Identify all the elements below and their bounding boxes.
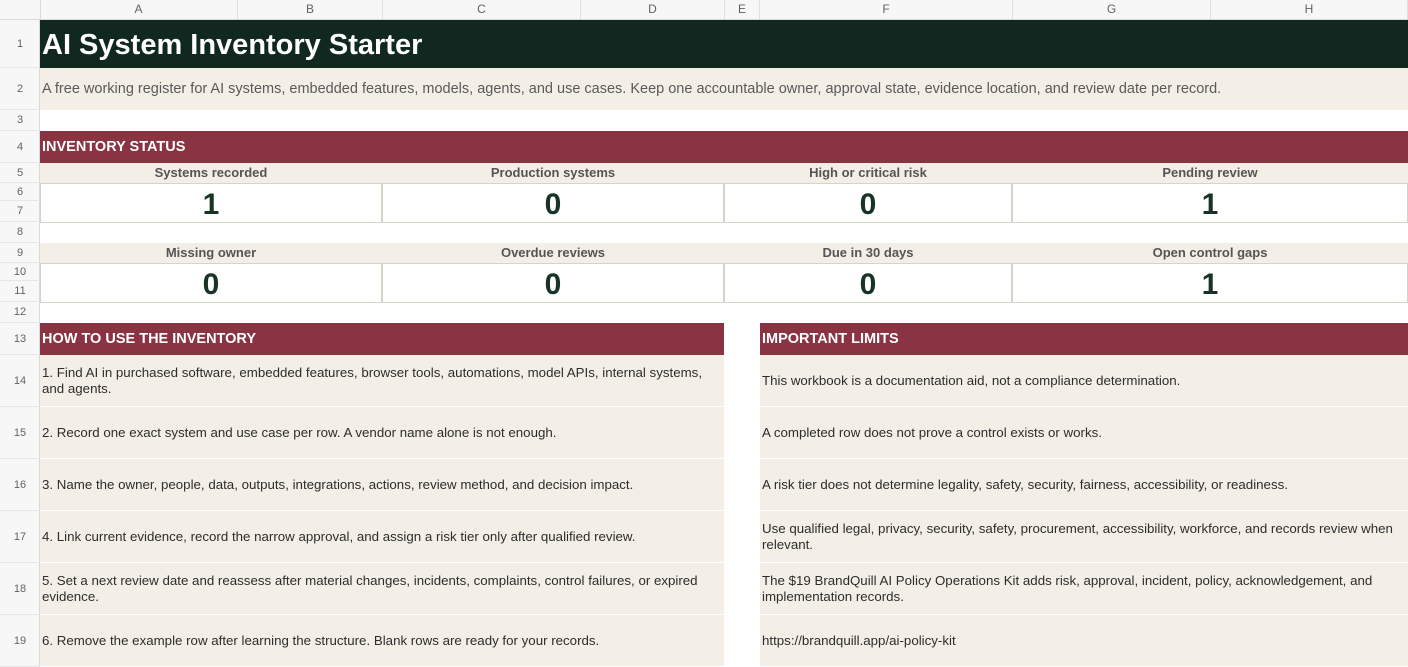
row-header[interactable]: 18 [0, 563, 40, 615]
row-header[interactable]: 15 [0, 407, 40, 459]
limits-heading: IMPORTANT LIMITS [762, 331, 899, 347]
metric-label-pending-review[interactable]: Pending review [1012, 163, 1408, 183]
column-header-bar: A B C D E F G H [0, 0, 1408, 20]
row-header[interactable]: 12 [0, 302, 40, 323]
page-title[interactable]: AI System Inventory Starter [42, 20, 422, 68]
limits-item[interactable]: A completed row does not prove a control… [760, 407, 1408, 459]
column-header-e[interactable]: E [725, 0, 760, 19]
metric-value-production-systems[interactable]: 0 [382, 183, 724, 223]
row-header[interactable]: 4 [0, 131, 40, 163]
row-header[interactable]: 19 [0, 615, 40, 667]
row-header[interactable]: 2 [0, 68, 40, 110]
howto-item[interactable]: 5. Set a next review date and reassess a… [40, 563, 724, 615]
row-header[interactable]: 8 [0, 222, 40, 243]
howto-item[interactable]: 1. Find AI in purchased software, embedd… [40, 355, 724, 407]
column-header-c[interactable]: C [383, 0, 581, 19]
select-all-corner[interactable] [0, 0, 41, 19]
row-header[interactable]: 11 [0, 281, 40, 302]
row-header[interactable]: 16 [0, 459, 40, 511]
howto-item-text: 3. Name the owner, people, data, outputs… [42, 476, 634, 492]
howto-item-text: 6. Remove the example row after learning… [42, 632, 600, 648]
howto-item[interactable]: 6. Remove the example row after learning… [40, 615, 724, 667]
limits-item[interactable]: https://brandquill.app/ai-policy-kit [760, 615, 1408, 667]
row-header[interactable]: 9 [0, 243, 40, 263]
metric-value-systems-recorded[interactable]: 1 [40, 183, 382, 223]
row-header[interactable]: 14 [0, 355, 40, 407]
metric-label-systems-recorded[interactable]: Systems recorded [40, 163, 382, 183]
column-header-g[interactable]: G [1013, 0, 1211, 19]
row-header[interactable]: 5 [0, 163, 40, 183]
row-header[interactable]: 13 [0, 323, 40, 355]
metric-label-high-risk[interactable]: High or critical risk [724, 163, 1012, 183]
metric-value-open-control-gaps[interactable]: 1 [1012, 263, 1408, 303]
limits-item-text: This workbook is a documentation aid, no… [762, 372, 1181, 388]
howto-item-text: 5. Set a next review date and reassess a… [42, 572, 698, 604]
howto-header[interactable]: HOW TO USE THE INVENTORY [40, 323, 724, 355]
limits-item-text: The $19 BrandQuill AI Policy Operations … [762, 572, 1373, 604]
limits-item[interactable]: Use qualified legal, privacy, security, … [760, 511, 1408, 563]
metric-value-overdue-reviews[interactable]: 0 [382, 263, 724, 303]
metric-label-missing-owner[interactable]: Missing owner [40, 243, 382, 263]
row-header[interactable]: 7 [0, 201, 40, 222]
column-header-a[interactable]: A [40, 0, 238, 19]
limits-item[interactable]: This workbook is a documentation aid, no… [760, 355, 1408, 407]
howto-heading: HOW TO USE THE INVENTORY [42, 331, 257, 347]
inventory-status-header[interactable]: INVENTORY STATUS [40, 131, 1408, 163]
metric-label-overdue-reviews[interactable]: Overdue reviews [382, 243, 724, 263]
howto-item[interactable]: 2. Record one exact system and use case … [40, 407, 724, 459]
limits-item[interactable]: A risk tier does not determine legality,… [760, 459, 1408, 511]
column-header-d[interactable]: D [581, 0, 725, 19]
limits-item-text: Use qualified legal, privacy, security, … [762, 520, 1393, 552]
limits-item[interactable]: The $19 BrandQuill AI Policy Operations … [760, 563, 1408, 615]
howto-item[interactable]: 4. Link current evidence, record the nar… [40, 511, 724, 563]
metric-value-pending-review[interactable]: 1 [1012, 183, 1408, 223]
limits-item-text: A risk tier does not determine legality,… [762, 476, 1288, 492]
howto-item-text: 4. Link current evidence, record the nar… [42, 528, 636, 544]
metric-value-high-risk[interactable]: 0 [724, 183, 1012, 223]
howto-item-text: 1. Find AI in purchased software, embedd… [42, 364, 703, 396]
howto-item[interactable]: 3. Name the owner, people, data, outputs… [40, 459, 724, 511]
row-header-bar: 1 2 3 4 5 6 7 8 9 10 11 12 13 14 15 16 1… [0, 20, 40, 667]
metric-label-production-systems[interactable]: Production systems [382, 163, 724, 183]
metric-label-open-control-gaps[interactable]: Open control gaps [1012, 243, 1408, 263]
limits-item-text: A completed row does not prove a control… [762, 424, 1102, 440]
metric-label-due-30-days[interactable]: Due in 30 days [724, 243, 1012, 263]
row-header[interactable]: 17 [0, 511, 40, 563]
column-header-b[interactable]: B [238, 0, 383, 19]
row-header[interactable]: 10 [0, 263, 40, 281]
column-header-h[interactable]: H [1211, 0, 1408, 19]
row-header[interactable]: 1 [0, 20, 40, 68]
inventory-status-heading: INVENTORY STATUS [42, 139, 186, 155]
page-subtitle[interactable]: A free working register for AI systems, … [42, 68, 1221, 110]
metric-value-missing-owner[interactable]: 0 [40, 263, 382, 303]
column-header-f[interactable]: F [760, 0, 1013, 19]
limits-header[interactable]: IMPORTANT LIMITS [760, 323, 1408, 355]
row-header[interactable]: 3 [0, 110, 40, 131]
howto-item-text: 2. Record one exact system and use case … [42, 424, 557, 440]
metric-value-due-30-days[interactable]: 0 [724, 263, 1012, 303]
row-header[interactable]: 6 [0, 183, 40, 201]
limits-item-link[interactable]: https://brandquill.app/ai-policy-kit [762, 633, 956, 649]
